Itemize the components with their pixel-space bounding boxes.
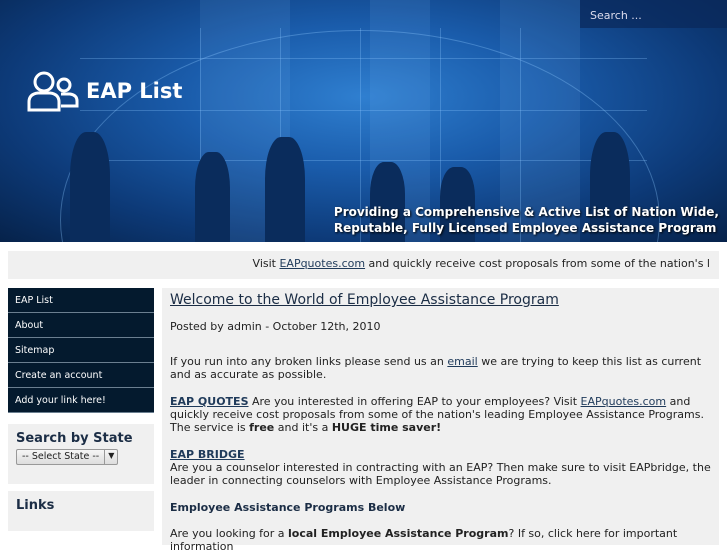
- logo-text: EAP List: [86, 79, 183, 103]
- main-content: Welcome to the World of Employee Assista…: [162, 288, 719, 553]
- paragraph-eap-bridge: EAP BRIDGE Are you a counselor interested…: [170, 448, 711, 487]
- search-input[interactable]: Search ...: [580, 0, 727, 28]
- site-logo[interactable]: EAP List: [26, 70, 182, 112]
- users-icon: [27, 71, 79, 112]
- tagline: Providing a Comprehensive & Active List …: [333, 205, 719, 235]
- nav-item-eap-list[interactable]: EAP List: [8, 288, 154, 313]
- email-link[interactable]: email: [447, 355, 477, 368]
- section-heading: Employee Assistance Programs Below: [170, 501, 406, 514]
- links-box: Links: [8, 491, 154, 531]
- nav-item-add-link[interactable]: Add your link here!: [8, 388, 154, 413]
- links-title: Links: [16, 498, 55, 513]
- chevron-down-icon: ▼: [104, 450, 117, 464]
- promo-banner: Visit EAPquotes.com and quickly receive …: [8, 251, 719, 279]
- sidebar-nav: EAP List About Sitemap Create an account…: [8, 288, 154, 413]
- search-by-state-box: Search by State -- Select State -- ▼: [8, 424, 154, 484]
- paragraph-broken-links: If you run into any broken links please …: [170, 355, 702, 381]
- search-by-state-title: Search by State: [16, 431, 133, 446]
- nav-item-sitemap[interactable]: Sitemap: [8, 338, 154, 363]
- paragraph-local-eap: Are you looking for a local Employee Ass…: [170, 527, 678, 553]
- eap-quotes-link[interactable]: EAP QUOTES: [170, 395, 249, 408]
- state-select[interactable]: -- Select State -- ▼: [16, 449, 119, 465]
- eapquotes-link[interactable]: EAPquotes.com: [279, 257, 365, 270]
- eapquotes-com-link[interactable]: EAPquotes.com: [581, 395, 667, 408]
- header-banner: Search ... EAP List Providing a Comprehe…: [0, 0, 727, 242]
- page-title[interactable]: Welcome to the World of Employee Assista…: [170, 293, 711, 307]
- nav-item-create-account[interactable]: Create an account: [8, 363, 154, 388]
- post-meta: Posted by admin - October 12th, 2010: [170, 320, 381, 333]
- eap-bridge-link[interactable]: EAP BRIDGE: [170, 448, 711, 461]
- paragraph-eap-quotes: EAP QUOTES Are you interested in offerin…: [170, 395, 704, 434]
- nav-item-about[interactable]: About: [8, 313, 154, 338]
